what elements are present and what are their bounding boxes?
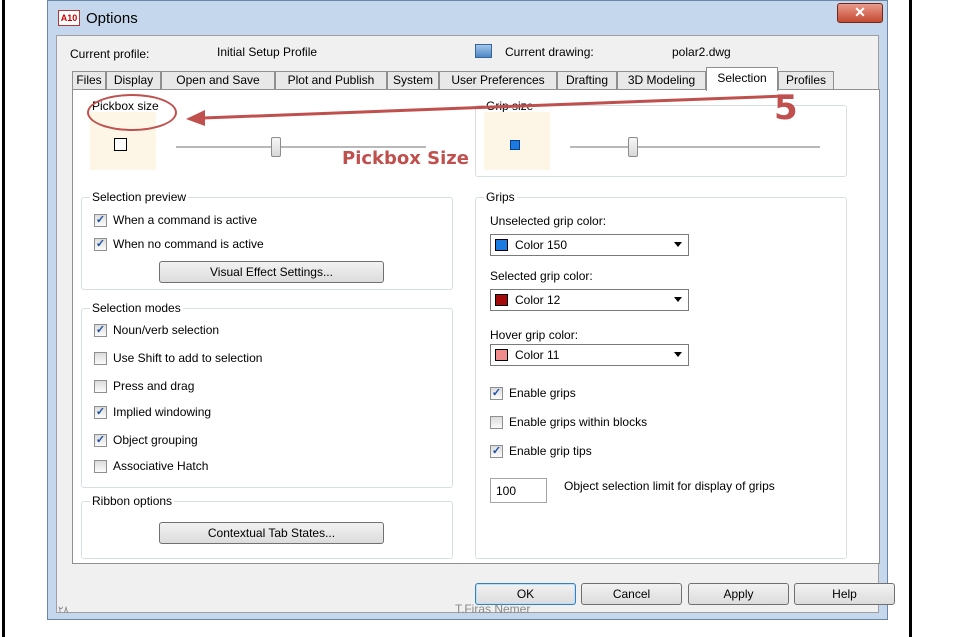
annotation-arrow [186,94,786,126]
tab-selection[interactable]: Selection [706,67,778,91]
arrow-line [202,94,786,120]
author-watermark: T.Firas Nemer [455,602,531,616]
page-number: ٢٨ [58,605,69,616]
pickbox-size-annotation: Pickbox Size [342,148,469,169]
arrow-head [186,110,205,126]
step-number: 5 [774,88,798,128]
